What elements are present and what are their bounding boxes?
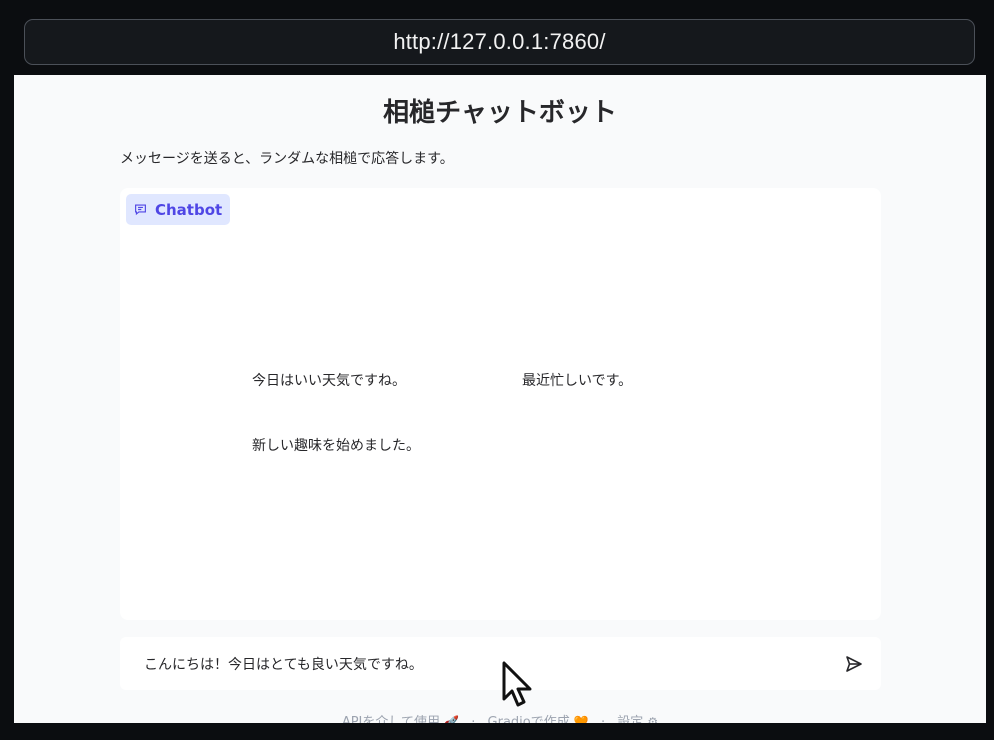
gear-icon: ⚙	[647, 715, 659, 723]
footer-separator: ·	[600, 715, 606, 723]
example-button-weather[interactable]: 今日はいい天気ですね。	[252, 370, 406, 390]
message-input[interactable]	[120, 637, 820, 690]
page-description: メッセージを送ると、ランダムな相槌で応答します。	[120, 151, 454, 167]
message-input-row	[120, 637, 881, 690]
example-button-busy[interactable]: 最近忙しいです。	[522, 370, 632, 390]
heart-icon: 🧡	[573, 715, 589, 723]
footer-separator: ·	[471, 715, 476, 723]
page-viewport: 相槌チャットボット メッセージを送ると、ランダムな相槌で応答します。 Chatb…	[14, 75, 986, 723]
url-text: http://127.0.0.1:7860/	[393, 29, 606, 54]
gradio-link[interactable]: Gradioで作成 🧡	[488, 715, 589, 723]
send-button[interactable]	[843, 653, 865, 675]
api-link[interactable]: APIを介して使用 🚀	[342, 715, 459, 723]
address-bar[interactable]: http://127.0.0.1:7860/	[24, 19, 975, 65]
chatbot-label-text: Chatbot	[155, 200, 223, 219]
example-button-hobby[interactable]: 新しい趣味を始めました。	[252, 435, 420, 455]
chat-bubble-icon	[135, 204, 146, 216]
chatbot-label: Chatbot	[126, 194, 231, 225]
rocket-icon: 🚀	[444, 715, 460, 723]
settings-link[interactable]: 設定 ⚙	[617, 715, 658, 723]
footer: APIを介して使用 🚀 · Gradioで作成 🧡 · 設定 ⚙	[14, 711, 986, 723]
send-icon	[846, 656, 862, 672]
chatbot-panel: Chatbot 今日はいい天気ですね。 最近忙しいです。 新しい趣味を始めました…	[120, 188, 881, 620]
page-title: 相槌チャットボット	[383, 98, 617, 128]
